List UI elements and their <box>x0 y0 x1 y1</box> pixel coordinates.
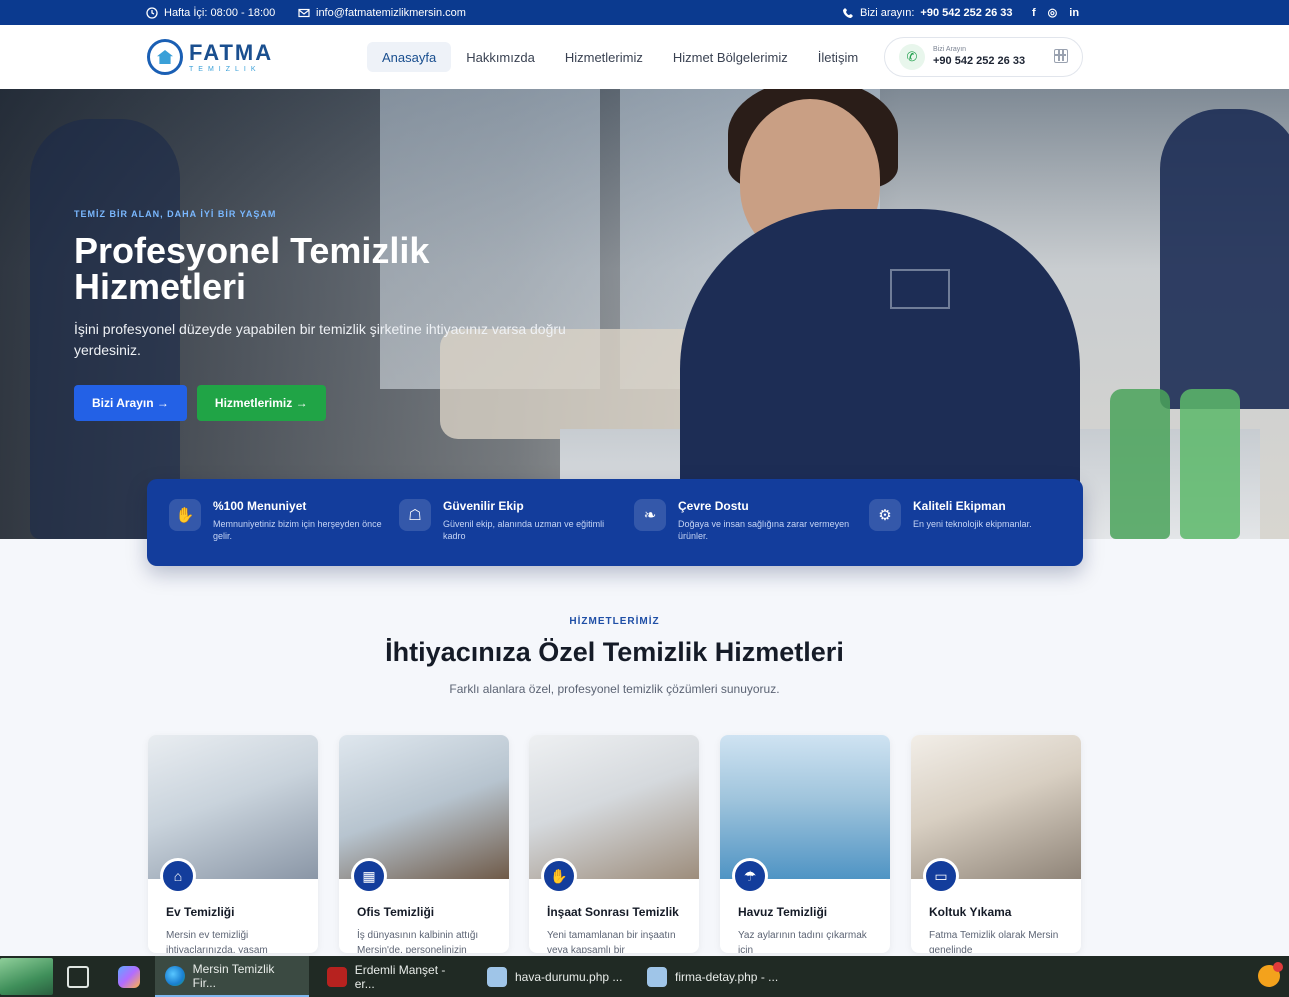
call-box-number: +90 542 252 26 33 <box>933 54 1026 67</box>
edge-icon <box>165 965 185 986</box>
service-card-home[interactable]: ⌂ Ev Temizliği Mersin ev temizliği ihtiy… <box>148 735 318 953</box>
phone-icon: ✆ <box>899 44 925 70</box>
team-icon: ☖ <box>399 499 431 531</box>
taskbar-app-label: Erdemli Manşet - er... <box>354 962 446 991</box>
services-button[interactable]: Hizmetlerimiz → <box>196 385 326 421</box>
widgets-thumbnail[interactable] <box>0 958 53 995</box>
clock-icon <box>146 6 158 19</box>
card-title: İnşaat Sonrası Temizlik <box>547 905 679 919</box>
feature-desc: Memnuniyetiniz bizim için herşeyden önce… <box>213 519 382 541</box>
filezilla-icon <box>327 966 347 987</box>
logo-subtitle: TEMIZLIK <box>189 65 261 73</box>
phone-icon <box>843 7 853 18</box>
service-card-sofa[interactable]: ▭ Koltuk Yıkama Fatma Temizlik olarak Me… <box>911 735 1081 953</box>
taskbar-app-filezilla[interactable]: Erdemli Manşet - er... <box>317 956 477 997</box>
task-view-icon[interactable] <box>67 966 89 988</box>
editor-icon <box>647 966 667 987</box>
section-subtitle: Farklı alanlara özel, profesyonel temizl… <box>449 682 780 696</box>
hero-title-line2: Hizmetleri <box>74 266 247 307</box>
card-title: Ev Temizliği <box>166 905 235 919</box>
section-label: HİZMETLERİMİZ <box>569 616 660 627</box>
feature-desc: Güvenil ekip, alanında uzman ve eğitimli… <box>443 519 605 541</box>
editor-icon <box>487 966 507 987</box>
card-title: Koltuk Yıkama <box>929 905 1012 919</box>
top-bar: Hafta İçi: 08:00 - 18:00 info@fatmatemiz… <box>0 0 1289 25</box>
card-desc: Yaz aylarının tadını çıkarmak için <box>738 930 867 953</box>
clean-hand-icon: ✋ <box>541 858 577 894</box>
linkedin-icon[interactable]: in <box>1069 7 1079 19</box>
instagram-icon[interactable]: ◎ <box>1048 6 1058 19</box>
equipment-icon: ⚙ <box>869 499 901 531</box>
taskbar-app-label: firma-detay.php - ... <box>675 969 779 984</box>
copilot-icon[interactable] <box>118 966 140 988</box>
site-header: FATMA TEMIZLIK Anasayfa Hakkımızda Hizme… <box>0 25 1289 89</box>
nav-about[interactable]: Hakkımızda <box>451 42 550 72</box>
hours-text: Hafta İçi: 08:00 - 18:00 <box>164 6 276 19</box>
email-link[interactable]: info@fatmatemizlikmersin.com <box>298 0 466 25</box>
grid-menu-icon[interactable] <box>1054 49 1068 63</box>
nav-contact[interactable]: İletişim <box>803 42 873 72</box>
nav-services[interactable]: Hizmetlerimiz <box>550 42 658 72</box>
feature-title: Güvenilir Ekip <box>443 499 524 513</box>
taskbar-app-label: hava-durumu.php ... <box>515 969 623 984</box>
services-header: HİZMETLERİMİZ İhtiyacınıza Özel Temizlik… <box>0 616 1229 696</box>
service-card-office[interactable]: ▦ Ofis Temizliği İş dünyasının kalbinin … <box>339 735 509 953</box>
taskbar-app-label: Mersin Temizlik Fir... <box>192 961 275 990</box>
nav-regions[interactable]: Hizmet Bölgelerimiz <box>658 42 803 72</box>
feature-satisfaction: ✋ %100 Menuniyet Memnuniyetiniz bizim iç… <box>169 499 389 542</box>
sofa-icon: ▭ <box>923 858 959 894</box>
call-box-label: Bizi Arayın <box>933 46 967 54</box>
mail-icon <box>298 8 310 17</box>
card-title: Havuz Temizliği <box>738 905 828 919</box>
leaf-icon: ❧ <box>634 499 666 531</box>
service-card-construction[interactable]: ✋ İnşaat Sonrası Temizlik Yeni tamamlana… <box>529 735 699 953</box>
feature-title: Çevre Dostu <box>678 499 749 513</box>
taskbar-app-browser[interactable]: Mersin Temizlik Fir... <box>155 956 309 997</box>
feature-title: %100 Menuniyet <box>213 499 307 513</box>
logo-name: FATMA <box>189 39 274 65</box>
social-links: f ◎ in <box>1032 0 1079 25</box>
feature-desc: En yeni teknolojik ekipmanlar. <box>913 519 1032 529</box>
topbar-call[interactable]: Bizi arayın: +90 542 252 26 33 <box>842 0 1012 25</box>
home-icon: ⌂ <box>160 858 196 894</box>
header-call-box[interactable]: ✆ Bizi Arayın +90 542 252 26 33 <box>884 37 1083 77</box>
card-desc: Fatma Temizlik olarak Mersin genelinde <box>929 930 1059 953</box>
call-label: Bizi arayın: <box>860 6 915 19</box>
main-nav: Anasayfa Hakkımızda Hizmetlerimiz Hizmet… <box>367 42 873 72</box>
facebook-icon[interactable]: f <box>1032 7 1036 19</box>
notification-icon[interactable] <box>1258 962 1283 987</box>
call-number: +90 542 252 26 33 <box>920 6 1013 19</box>
site-logo[interactable]: FATMA TEMIZLIK <box>147 39 273 75</box>
section-title: İhtiyacınıza Özel Temizlik Hizmetleri <box>385 637 844 667</box>
taskbar-app-editor-1[interactable]: hava-durumu.php ... <box>477 956 637 997</box>
call-us-button[interactable]: Bizi Arayın → <box>74 385 187 421</box>
shower-icon: ☂ <box>732 858 768 894</box>
features-bar: ✋ %100 Menuniyet Memnuniyetiniz bizim iç… <box>147 479 1083 566</box>
hero-title: Profesyonel Temizlik Hizmetleri <box>74 233 594 305</box>
feature-team: ☖ Güvenilir Ekip Güvenil ekip, alanında … <box>399 499 619 542</box>
hero-section: TEMİZ BİR ALAN, DAHA İYİ BİR YAŞAM Profe… <box>0 89 1289 539</box>
card-title: Ofis Temizliği <box>357 905 435 919</box>
feature-equipment: ⚙ Kaliteli Ekipman En yeni teknolojik ek… <box>869 499 1089 531</box>
working-hours: Hafta İçi: 08:00 - 18:00 <box>146 0 275 25</box>
card-desc: Yeni tamamlanan bir inşaatın veya kapsam… <box>547 930 676 953</box>
service-card-pool[interactable]: ☂ Havuz Temizliği Yaz aylarının tadını ç… <box>720 735 890 953</box>
hero-title-line1: Profesyonel Temizlik <box>74 230 430 271</box>
hero-eyebrow: TEMİZ BİR ALAN, DAHA İYİ BİR YAŞAM <box>74 209 277 219</box>
clean-hand-icon: ✋ <box>169 499 201 531</box>
card-desc: İş dünyasının kalbinin attığı Mersin'de,… <box>357 930 479 953</box>
logo-mark-icon <box>147 39 183 75</box>
card-desc: Mersin ev temizliği ihtiyaçlarınızda, ya… <box>166 930 268 953</box>
feature-eco: ❧ Çevre Dostu Doğaya ve insan sağlığına … <box>634 499 854 542</box>
nav-home[interactable]: Anasayfa <box>367 42 452 72</box>
feature-title: Kaliteli Ekipman <box>913 499 1006 513</box>
email-text: info@fatmatemizlikmersin.com <box>316 6 466 19</box>
feature-desc: Doğaya ve insan sağlığına zarar vermeyen… <box>678 519 850 541</box>
hero-content: TEMİZ BİR ALAN, DAHA İYİ BİR YAŞAM Profe… <box>74 209 594 421</box>
hero-description: İşini profesyonel düzeyde yapabilen bir … <box>74 321 566 358</box>
os-taskbar: Mersin Temizlik Fir... Erdemli Manşet - … <box>0 956 1289 997</box>
taskbar-app-editor-2[interactable]: firma-detay.php - ... <box>637 956 797 997</box>
building-icon: ▦ <box>351 858 387 894</box>
